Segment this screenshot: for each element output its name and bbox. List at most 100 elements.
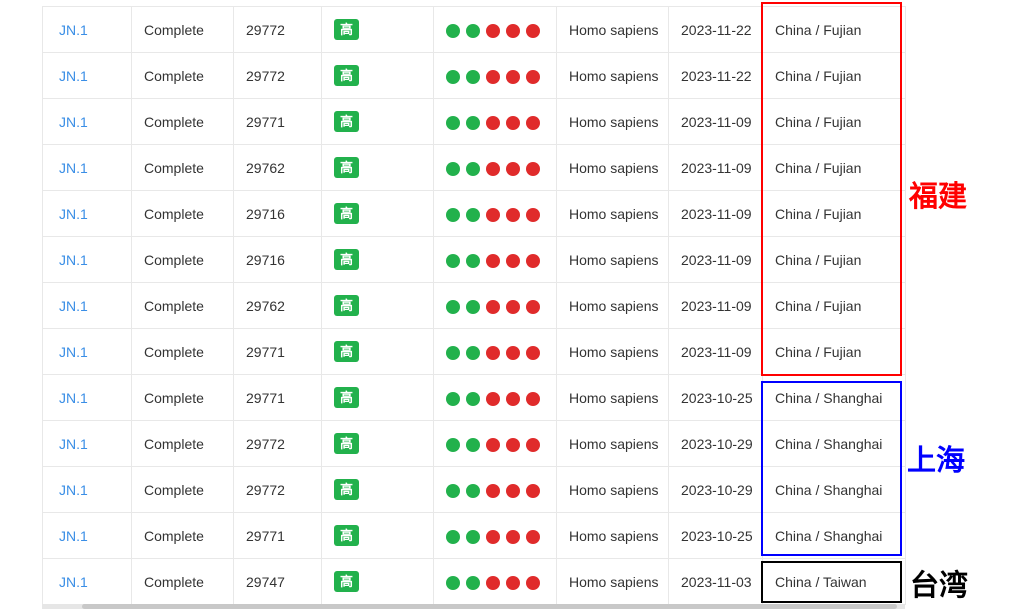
green-dot-icon bbox=[466, 299, 480, 314]
taiwan-highlight-box bbox=[761, 561, 902, 603]
date-text: 2023-11-22 bbox=[681, 67, 752, 84]
quality-badge: 高 bbox=[334, 157, 360, 178]
lineage-link[interactable]: JN.1 bbox=[59, 22, 88, 38]
red-dot-icon bbox=[486, 299, 500, 314]
red-dot-icon bbox=[486, 207, 500, 222]
red-dot-icon bbox=[506, 23, 520, 38]
fujian-label: 福建 bbox=[909, 179, 968, 213]
red-dot-icon bbox=[506, 437, 520, 452]
date-text: 2023-11-09 bbox=[681, 343, 752, 360]
quality-dots bbox=[433, 328, 557, 375]
host-text: Homo sapiens bbox=[569, 67, 659, 84]
green-dot-icon bbox=[466, 345, 480, 360]
green-dot-icon bbox=[466, 529, 480, 544]
lineage-link[interactable]: JN.1 bbox=[59, 390, 88, 406]
length-text: 29771 bbox=[246, 527, 285, 544]
date-text: 2023-11-09 bbox=[681, 251, 752, 268]
quality-dots bbox=[433, 236, 557, 283]
red-dot-icon bbox=[486, 115, 500, 130]
host-text: Homo sapiens bbox=[569, 297, 659, 314]
quality-badge: 高 bbox=[334, 203, 360, 224]
fujian-highlight-box bbox=[761, 2, 902, 376]
red-dot-icon bbox=[526, 207, 540, 222]
date-text: 2023-10-25 bbox=[681, 527, 753, 544]
host-text: Homo sapiens bbox=[569, 205, 659, 222]
lineage-link[interactable]: JN.1 bbox=[59, 68, 88, 84]
host-text: Homo sapiens bbox=[569, 159, 659, 176]
green-dot-icon bbox=[466, 23, 480, 38]
green-dot-icon bbox=[446, 253, 460, 268]
red-dot-icon bbox=[486, 23, 500, 38]
quality-badge: 高 bbox=[334, 341, 360, 362]
quality-dots bbox=[433, 420, 557, 467]
red-dot-icon bbox=[526, 161, 540, 176]
red-dot-icon bbox=[486, 483, 500, 498]
quality-badge: 高 bbox=[334, 479, 360, 500]
date-text: 2023-11-09 bbox=[681, 205, 752, 222]
green-dot-icon bbox=[446, 437, 460, 452]
host-text: Homo sapiens bbox=[569, 21, 659, 38]
date-text: 2023-11-09 bbox=[681, 159, 752, 176]
green-dot-icon bbox=[466, 483, 480, 498]
red-dot-icon bbox=[506, 161, 520, 176]
lineage-link[interactable]: JN.1 bbox=[59, 252, 88, 268]
status-text: Complete bbox=[144, 435, 204, 452]
date-text: 2023-10-25 bbox=[681, 389, 753, 406]
green-dot-icon bbox=[466, 437, 480, 452]
host-text: Homo sapiens bbox=[569, 251, 659, 268]
taiwan-label: 台湾 bbox=[910, 568, 969, 602]
lineage-link[interactable]: JN.1 bbox=[59, 114, 88, 130]
length-text: 29772 bbox=[246, 67, 285, 84]
red-dot-icon bbox=[486, 575, 500, 590]
horizontal-scrollbar[interactable] bbox=[42, 604, 905, 609]
lineage-link[interactable]: JN.1 bbox=[59, 160, 88, 176]
lineage-link[interactable]: JN.1 bbox=[59, 574, 88, 590]
red-dot-icon bbox=[526, 253, 540, 268]
lineage-link[interactable]: JN.1 bbox=[59, 528, 88, 544]
green-dot-icon bbox=[466, 69, 480, 84]
red-dot-icon bbox=[526, 529, 540, 544]
quality-badge: 高 bbox=[334, 249, 360, 270]
quality-dots bbox=[433, 190, 557, 237]
red-dot-icon bbox=[526, 345, 540, 360]
red-dot-icon bbox=[526, 391, 540, 406]
green-dot-icon bbox=[466, 207, 480, 222]
date-text: 2023-10-29 bbox=[681, 435, 753, 452]
red-dot-icon bbox=[506, 575, 520, 590]
length-text: 29762 bbox=[246, 159, 285, 176]
lineage-link[interactable]: JN.1 bbox=[59, 436, 88, 452]
length-text: 29771 bbox=[246, 389, 285, 406]
quality-badge: 高 bbox=[334, 433, 360, 454]
red-dot-icon bbox=[486, 391, 500, 406]
red-dot-icon bbox=[526, 483, 540, 498]
length-text: 29772 bbox=[246, 435, 285, 452]
lineage-link[interactable]: JN.1 bbox=[59, 298, 88, 314]
quality-badge: 高 bbox=[334, 65, 360, 86]
lineage-link[interactable]: JN.1 bbox=[59, 482, 88, 498]
host-text: Homo sapiens bbox=[569, 435, 659, 452]
lineage-link[interactable]: JN.1 bbox=[59, 206, 88, 222]
red-dot-icon bbox=[486, 437, 500, 452]
scrollbar-thumb[interactable] bbox=[82, 604, 897, 609]
quality-dots bbox=[433, 512, 557, 559]
length-text: 29716 bbox=[246, 205, 285, 222]
quality-dots bbox=[433, 6, 557, 53]
red-dot-icon bbox=[526, 299, 540, 314]
length-text: 29771 bbox=[246, 343, 285, 360]
lineage-link[interactable]: JN.1 bbox=[59, 344, 88, 360]
green-dot-icon bbox=[446, 299, 460, 314]
green-dot-icon bbox=[446, 345, 460, 360]
host-text: Homo sapiens bbox=[569, 573, 659, 590]
date-text: 2023-10-29 bbox=[681, 481, 753, 498]
red-dot-icon bbox=[506, 115, 520, 130]
status-text: Complete bbox=[144, 251, 204, 268]
host-text: Homo sapiens bbox=[569, 343, 659, 360]
red-dot-icon bbox=[526, 69, 540, 84]
green-dot-icon bbox=[446, 115, 460, 130]
red-dot-icon bbox=[506, 253, 520, 268]
red-dot-icon bbox=[486, 253, 500, 268]
red-dot-icon bbox=[506, 483, 520, 498]
red-dot-icon bbox=[526, 437, 540, 452]
host-text: Homo sapiens bbox=[569, 113, 659, 130]
quality-dots bbox=[433, 374, 557, 421]
